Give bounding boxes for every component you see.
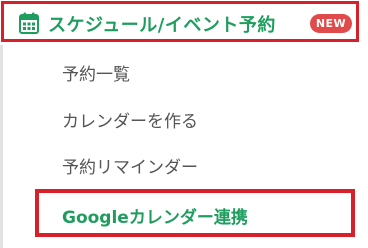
new-badge: NEW (310, 14, 352, 33)
submenu-divider (0, 45, 3, 248)
menu-item-reservation-reminder[interactable]: 予約リマインダー (62, 153, 198, 178)
schedule-event-menu-header[interactable]: スケジュール/イベント予約 NEW (1, 1, 359, 42)
menu-item-reservation-list[interactable]: 予約一覧 (62, 60, 130, 85)
menu-header-title: スケジュール/イベント予約 (48, 15, 276, 36)
menu-item-create-calendar[interactable]: カレンダーを作る (62, 107, 198, 132)
menu-item-google-calendar-integration[interactable]: Googleカレンダー連携 (62, 203, 248, 228)
submenu-panel: スケジュール/イベント予約 NEW 予約一覧 カレンダーを作る 予約リマインダー… (0, 0, 368, 248)
calendar-icon (19, 12, 39, 34)
